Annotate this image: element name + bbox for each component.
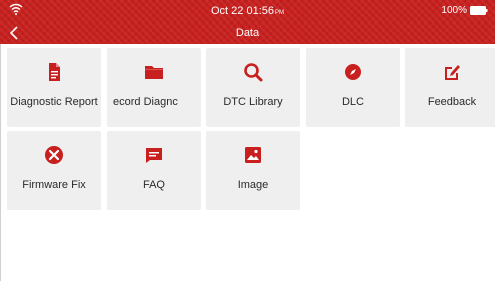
tile-label: FAQ — [142, 179, 165, 191]
tile-image[interactable]: Image — [206, 131, 300, 210]
title-bar: Data — [0, 22, 495, 44]
status-ampm: PM — [275, 10, 284, 16]
tools-icon — [45, 146, 63, 164]
status-time: Oct 22 01:56 — [211, 5, 274, 17]
tile-dtc-library[interactable]: DTC Library — [206, 48, 300, 127]
folder-icon — [145, 66, 163, 79]
tile-label: Feedback — [427, 96, 477, 108]
tile-label: DLC — [341, 96, 364, 108]
tile-diagnostic-report[interactable]: Diagnostic Report — [7, 48, 101, 127]
edit-icon — [445, 65, 460, 80]
tile-faq[interactable]: FAQ — [107, 131, 201, 210]
page-title: Data — [235, 27, 260, 39]
tile-feedback[interactable]: Feedback — [405, 48, 495, 127]
search-icon — [244, 63, 263, 82]
tile-label: ecord Diagnc — [113, 96, 178, 108]
battery-icon — [470, 6, 488, 15]
tile-record-diagnose[interactable]: ecord Diagnc — [107, 48, 201, 127]
image-icon — [245, 147, 261, 163]
tile-firmware-fix[interactable]: Firmware Fix — [7, 131, 101, 210]
compass-icon — [345, 64, 361, 80]
document-icon — [49, 63, 60, 81]
status-bar: Oct 22 01:56PM 100% — [0, 0, 495, 22]
tile-label: Image — [237, 179, 269, 191]
battery-percent: 100% — [441, 5, 467, 16]
tile-label: Diagnostic Report — [10, 96, 98, 108]
tile-label: DTC Library — [223, 96, 283, 108]
status-clock: Oct 22 01:56PM — [0, 5, 495, 17]
chat-icon — [146, 148, 162, 163]
left-divider — [0, 44, 1, 281]
tile-dlc[interactable]: DLC — [306, 48, 400, 127]
tile-label: Firmware Fix — [22, 179, 86, 191]
